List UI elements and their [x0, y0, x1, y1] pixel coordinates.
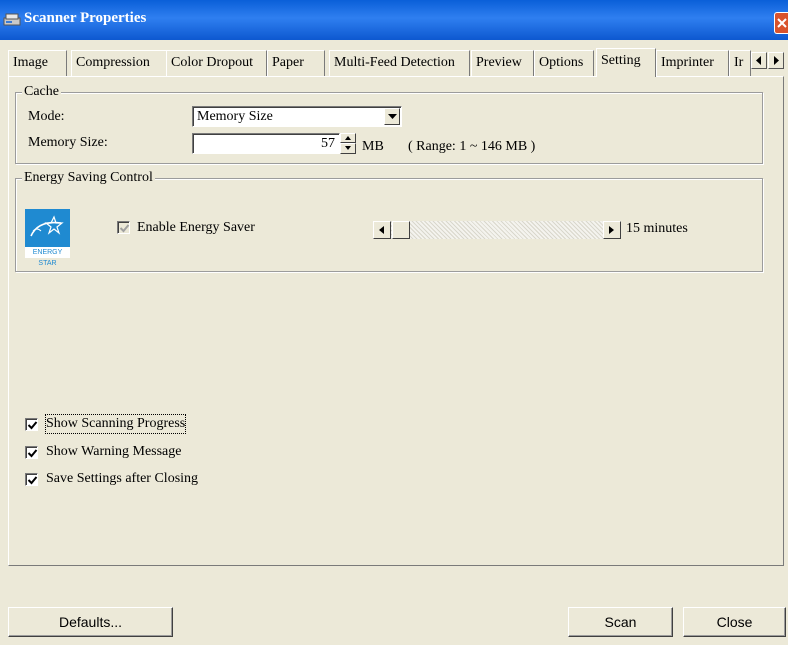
spin-down-button[interactable] — [340, 143, 356, 154]
tab-paper[interactable]: Paper — [267, 50, 325, 76]
scan-button[interactable]: Scan — [568, 607, 673, 637]
tab-strip: Image Compression Color Dropout Paper Mu… — [0, 48, 788, 77]
show-scanning-progress-label[interactable]: Show Scanning Progress — [44, 414, 187, 434]
tab-color-dropout[interactable]: Color Dropout — [166, 50, 267, 76]
tab-ir[interactable]: Ir — [729, 50, 751, 76]
tab-compression[interactable]: Compression — [71, 50, 167, 76]
mode-select-value: Memory Size — [197, 109, 273, 124]
scanner-properties-dialog: Scanner Properties Image Compression Col… — [0, 0, 788, 645]
save-settings-after-closing-checkbox[interactable] — [25, 473, 38, 486]
tab-setting[interactable]: Setting — [596, 48, 656, 77]
show-warning-message-label[interactable]: Show Warning Message — [46, 443, 182, 461]
window-title: Scanner Properties — [24, 10, 147, 26]
show-scanning-progress-checkbox[interactable] — [25, 418, 38, 431]
chevron-down-icon[interactable] — [384, 108, 400, 125]
tab-options[interactable]: Options — [534, 50, 594, 76]
enable-energy-saver-checkbox[interactable] — [117, 221, 130, 234]
tab-multi-feed-detection[interactable]: Multi-Feed Detection — [329, 50, 470, 76]
memory-size-input[interactable]: 57 — [192, 133, 340, 154]
close-button[interactable]: Close — [683, 607, 786, 637]
enable-energy-saver-label: Enable Energy Saver — [137, 220, 255, 235]
energy-minutes-label: 15 minutes — [626, 221, 688, 236]
energy-star-label: ENERGY STAR — [25, 247, 70, 267]
energy-slider-right-button[interactable] — [603, 221, 621, 239]
energy-star-logo: ENERGY STAR — [25, 209, 70, 267]
cache-group: Cache — [15, 83, 763, 164]
memory-size-label: Memory Size: — [28, 135, 108, 150]
scanner-icon — [3, 12, 21, 27]
save-settings-after-closing-label[interactable]: Save Settings after Closing — [46, 470, 198, 488]
energy-slider-left-button[interactable] — [373, 221, 391, 239]
energy-saving-legend: Energy Saving Control — [22, 169, 155, 187]
tab-imprinter[interactable]: Imprinter — [656, 50, 729, 76]
mode-label: Mode: — [28, 109, 65, 124]
defaults-button[interactable]: Defaults... — [8, 607, 173, 637]
tab-scroll-right-button[interactable] — [768, 52, 784, 69]
close-icon[interactable] — [774, 12, 788, 34]
show-warning-message-checkbox[interactable] — [25, 446, 38, 459]
title-bar[interactable]: Scanner Properties — [0, 0, 788, 40]
memory-size-value: 57 — [321, 136, 335, 151]
spin-up-button[interactable] — [340, 133, 356, 143]
tab-image[interactable]: Image — [8, 50, 67, 76]
tab-scroll-left-button[interactable] — [751, 52, 767, 69]
memory-range-label: ( Range: 1 ~ 146 MB ) — [408, 139, 536, 154]
tab-preview[interactable]: Preview — [471, 50, 534, 76]
energy-slider-thumb[interactable] — [392, 221, 410, 239]
mode-select[interactable]: Memory Size — [192, 106, 402, 127]
cache-legend: Cache — [22, 83, 61, 101]
energy-slider-track[interactable] — [391, 221, 603, 239]
memory-unit-label: MB — [362, 139, 384, 154]
